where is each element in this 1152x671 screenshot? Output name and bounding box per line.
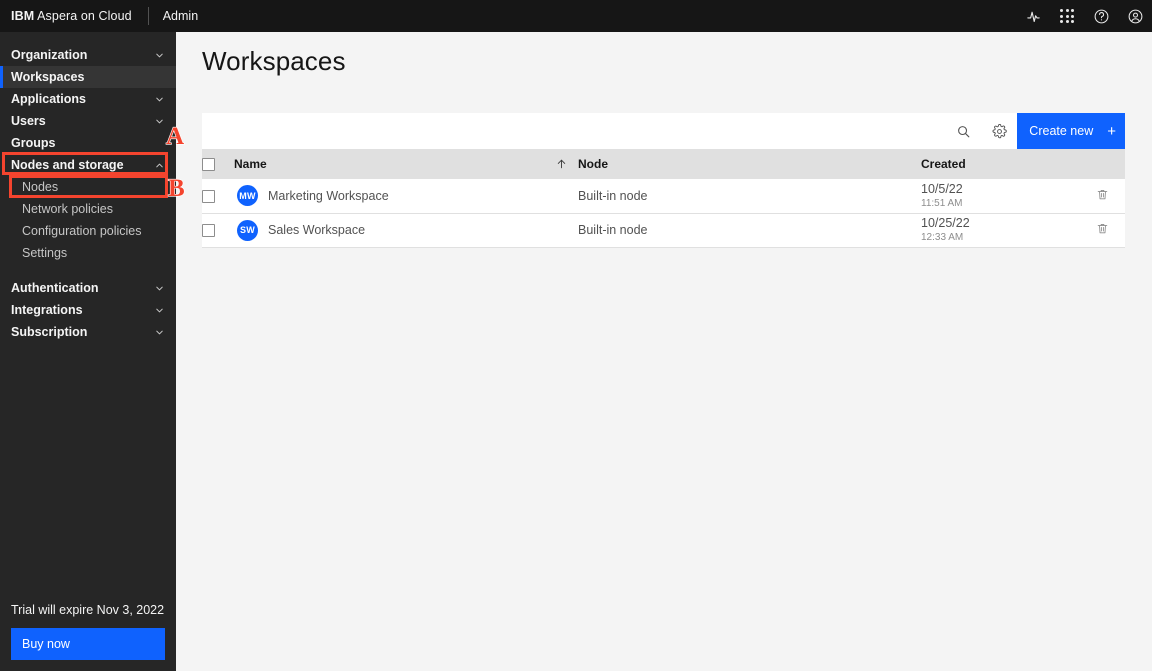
sidebar-item-groups[interactable]: Groups — [0, 132, 176, 154]
column-header-node[interactable]: Node — [578, 149, 921, 179]
column-header-created[interactable]: Created — [921, 149, 1125, 179]
main-content: Workspaces Create new + Name Node Create… — [176, 32, 1152, 671]
sidebar-subitem-nodes[interactable]: Nodes — [0, 176, 176, 198]
workspace-name-link[interactable]: Sales Workspace — [268, 223, 365, 237]
sidebar-item-nodes-and-storage[interactable]: Nodes and storage — [0, 154, 176, 176]
workspace-name-link[interactable]: Marketing Workspace — [268, 189, 389, 203]
table-row[interactable]: MW Marketing Workspace Built-in node 10/5/2… — [202, 179, 1125, 214]
sidebar-item-label: Nodes and storage — [11, 158, 124, 172]
trash-icon[interactable] — [1096, 222, 1109, 239]
sidebar-subitem-label: Nodes — [22, 180, 59, 194]
sidebar-item-workspaces[interactable]: Workspaces — [0, 66, 176, 88]
row-created-cell: 10/25/22 12:33 AM — [921, 213, 1125, 248]
row-node-cell: Built-in node — [578, 179, 921, 214]
table-row[interactable]: SW Sales Workspace Built-in node 10/25/22 12… — [202, 213, 1125, 248]
user-avatar-icon[interactable] — [1118, 0, 1152, 32]
sidebar-subitem-label: Network policies — [22, 202, 114, 216]
sidebar-items: Organization Workspaces Applications Users G… — [0, 32, 176, 343]
brand-ibm: IBM — [11, 9, 35, 23]
sidebar-subitem-label: Settings — [22, 246, 68, 260]
column-header-node-label: Node — [578, 157, 608, 171]
sidebar-item-label: Workspaces — [11, 70, 85, 84]
trial-footer: Trial will expire Nov 3, 2022 Buy now — [0, 603, 176, 671]
sidebar-navigation: Organization Workspaces Applications Users G… — [0, 32, 176, 671]
sort-ascending-icon — [555, 158, 568, 171]
header-divider — [147, 7, 149, 25]
column-header-name[interactable]: Name — [234, 149, 578, 179]
trial-expiry-text: Trial will expire Nov 3, 2022 — [11, 603, 165, 617]
sidebar-subitem-network-policies[interactable]: Network policies — [0, 198, 176, 220]
sidebar-subitem-label: Configuration policies — [22, 224, 142, 238]
chevron-down-icon[interactable] — [154, 305, 165, 316]
gear-icon[interactable] — [981, 113, 1017, 149]
page-title: Workspaces — [202, 46, 346, 76]
row-name-cell: MW Marketing Workspace — [234, 179, 578, 214]
created-date: 10/25/22 — [921, 216, 970, 231]
header-section-admin[interactable]: Admin — [163, 0, 198, 32]
sidebar-item-users[interactable]: Users — [0, 110, 176, 132]
column-header-name-label: Name — [234, 157, 267, 171]
help-question-icon[interactable] — [1084, 0, 1118, 32]
sidebar-item-label: Authentication — [11, 281, 99, 295]
chevron-down-icon[interactable] — [154, 283, 165, 294]
row-node-cell: Built-in node — [578, 213, 921, 248]
buy-now-button[interactable]: Buy now — [11, 628, 165, 660]
sidebar-subitem-configuration-policies[interactable]: Configuration policies — [0, 220, 176, 242]
workspaces-table: Name Node Created MW Marketing Workspace… — [202, 149, 1125, 248]
sidebar-item-label: Organization — [11, 48, 88, 62]
table-header: Name Node Created — [202, 149, 1125, 179]
brand-title[interactable]: IBM Aspera on Cloud — [0, 9, 132, 23]
sidebar-item-organization[interactable]: Organization — [0, 44, 176, 66]
global-header: IBM Aspera on Cloud Admin — [0, 0, 1152, 32]
sidebar-item-label: Groups — [11, 136, 56, 150]
table-toolbar: Create new + — [202, 113, 1125, 149]
created-date: 10/5/22 — [921, 181, 963, 196]
chevron-down-icon[interactable] — [154, 327, 165, 338]
row-select-cell — [202, 213, 234, 248]
sidebar-item-label: Integrations — [11, 303, 83, 317]
sidebar-item-label: Users — [11, 114, 46, 128]
plus-icon: + — [1107, 122, 1116, 140]
search-icon[interactable] — [945, 113, 981, 149]
chevron-up-icon[interactable] — [154, 160, 165, 171]
table-header-row: Name Node Created — [202, 149, 1125, 179]
sidebar-item-label: Applications — [11, 92, 87, 106]
header-actions — [1016, 0, 1152, 32]
brand-product: Aspera on Cloud — [34, 9, 132, 23]
sidebar-item-applications[interactable]: Applications — [0, 88, 176, 110]
workspaces-card: Create new + Name Node Created MW Market… — [202, 113, 1125, 248]
sidebar-item-subscription[interactable]: Subscription — [0, 321, 176, 343]
row-name-cell: SW Sales Workspace — [234, 213, 578, 248]
activity-icon[interactable] — [1016, 0, 1050, 32]
avatar: MW — [237, 185, 258, 207]
chevron-down-icon[interactable] — [154, 116, 165, 127]
trash-icon[interactable] — [1096, 188, 1109, 205]
create-new-label: Create new — [1029, 124, 1094, 138]
row-checkbox[interactable] — [202, 224, 215, 238]
chevron-down-icon[interactable] — [154, 50, 165, 61]
select-all-checkbox[interactable] — [202, 158, 215, 172]
created-time: 12:33 AM — [921, 231, 964, 243]
sidebar-subitem-settings[interactable]: Settings — [0, 242, 176, 264]
row-select-cell — [202, 179, 234, 214]
chevron-down-icon[interactable] — [154, 94, 165, 105]
row-checkbox[interactable] — [202, 189, 215, 203]
create-new-button[interactable]: Create new + — [1017, 113, 1125, 149]
column-header-created-label: Created — [921, 157, 966, 171]
table-body: MW Marketing Workspace Built-in node 10/5/2… — [202, 179, 1125, 248]
sidebar-item-integrations[interactable]: Integrations — [0, 299, 176, 321]
app-switcher-grid-icon[interactable] — [1050, 0, 1084, 32]
app-root: IBM Aspera on Cloud Admin Organization Wo… — [0, 0, 1152, 671]
select-all-header — [202, 149, 234, 179]
row-created-cell: 10/5/22 11:51 AM — [921, 179, 1125, 214]
sidebar-item-authentication[interactable]: Authentication — [0, 277, 176, 299]
sidebar-item-label: Subscription — [11, 325, 88, 339]
created-time: 11:51 AM — [921, 197, 963, 209]
avatar: SW — [237, 219, 258, 241]
